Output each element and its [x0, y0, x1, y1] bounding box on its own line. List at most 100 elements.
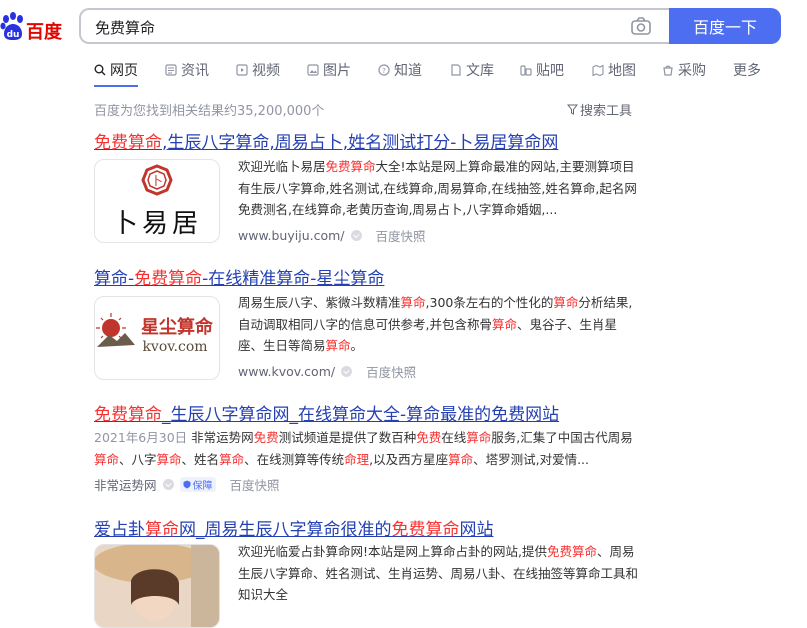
svg-text:卜易居: 卜易居: [112, 209, 202, 239]
result-title[interactable]: 算命-免费算命-在线精准算命-星尘算命: [94, 264, 384, 289]
text-segment: 欢迎光临卜易居: [238, 159, 326, 174]
highlight-segment: 算命: [491, 316, 517, 332]
document-icon: [451, 64, 461, 76]
text-segment: 、姓名: [181, 451, 220, 467]
highlight-segment: 算命: [219, 451, 245, 467]
tab-map[interactable]: 地图: [592, 60, 636, 80]
text-segment: 有生辰八字算命,姓名测试,在线算命,周易算命,在线抽签,姓名算命,起名网: [238, 180, 637, 196]
snapshot-link[interactable]: 百度快照: [366, 362, 416, 381]
title-segment: 免费算命: [94, 133, 162, 153]
tab-label: 贴吧: [536, 63, 564, 79]
search-tools-button[interactable]: 搜索工具: [567, 100, 632, 119]
text-segment: 免费测名,在线算命,老黄历查询,周易占卜,八字算命婚姻,...: [238, 202, 558, 217]
abstract-line: 座、生日等简易算命。: [238, 335, 658, 357]
result-title[interactable]: 免费算命_生辰八字算命网_在线算命大全-算命最准的免费网站: [94, 400, 559, 425]
camera-icon[interactable]: [631, 17, 651, 35]
text-segment: 、周易: [597, 544, 635, 559]
tab-label: 知道: [394, 63, 422, 79]
text-segment: 分析结果,: [578, 295, 633, 310]
tab-label: 地图: [608, 63, 636, 79]
tab-image[interactable]: 图片: [307, 60, 351, 80]
title-segment: 免费算命: [134, 269, 203, 289]
result-url[interactable]: www.buyiju.com/: [238, 228, 345, 243]
result-abstract: 欢迎光临卜易居免费算命大全!本站是网上算命最准的网站,主要测算项目 有生辰八字算…: [238, 156, 658, 221]
svg-text:?: ?: [382, 67, 386, 75]
highlight-segment: 命理: [344, 451, 370, 467]
tab-label: 资讯: [181, 63, 209, 79]
svg-text:du: du: [7, 30, 20, 40]
result-source[interactable]: 非常运势网: [94, 475, 157, 494]
paw-icon: du: [0, 12, 23, 40]
snapshot-link[interactable]: 百度快照: [376, 226, 426, 245]
title-segment: 网站: [459, 520, 494, 540]
result-url-line: www.buyiju.com/ 百度快照: [238, 226, 426, 245]
text-segment: 、塔罗测试,对爱情...: [473, 451, 590, 467]
text-segment: 大全!本站是网上算命最准的网站,主要测算项目: [375, 159, 635, 174]
text-segment: 、在线测算等传统: [244, 451, 345, 467]
title-segment: 免费算命: [94, 405, 162, 425]
title-segment: _生辰八字算命网_在线算命大全-算命最准的免费网站: [162, 405, 560, 425]
tab-more[interactable]: 更多: [733, 60, 761, 80]
image-icon: [307, 64, 319, 76]
highlight-segment: 算命: [448, 451, 474, 467]
news-icon: [165, 64, 177, 76]
badge-label: 保障: [192, 481, 213, 492]
text-segment: 自动调取相同八字的信息可供参考,并包含称骨: [238, 316, 492, 332]
result-abstract: 2021年6月30日 非常运势网免费测试频道是提供了数百种免费在线算命服务,汇集…: [94, 427, 654, 470]
tab-wenku[interactable]: 文库: [450, 60, 494, 80]
svg-text:卜: 卜: [151, 174, 163, 188]
tab-video[interactable]: 视频: [236, 60, 280, 80]
title-segment: 免费算命: [391, 520, 460, 540]
search-icon: [94, 64, 106, 76]
result-title[interactable]: 免费算命,生辰八字算命,周易占卜,姓名测试打分-卜易居算命网: [94, 128, 558, 153]
highlight-segment: 免费算命: [547, 544, 598, 559]
snapshot-link[interactable]: 百度快照: [230, 475, 280, 494]
baidu-logo[interactable]: du 百度: [0, 8, 64, 44]
search-box: [79, 8, 669, 44]
verified-icon: [350, 230, 362, 241]
title-segment: 算命-: [94, 269, 135, 289]
abstract-line: 周易生辰八字、紫微斗数精准算命,300条左右的个性化的算命分析结果,: [238, 292, 658, 314]
abstract-line: 欢迎光临卜易居免费算命大全!本站是网上算命最准的网站,主要测算项目: [238, 156, 658, 178]
text-segment: 、鬼谷子、生肖星: [517, 316, 618, 332]
result-thumbnail[interactable]: 星尘算命 kvov.com: [94, 296, 220, 380]
text-segment: 周易生辰八字、紫微斗数精准: [238, 295, 401, 310]
highlight-segment: 算命: [466, 430, 492, 445]
woman-photo-image: [95, 545, 219, 627]
highlight-segment: 免费: [416, 430, 442, 445]
text-segment: 服务,汇集了中国古代周易: [491, 430, 633, 445]
result-abstract: 周易生辰八字、紫微斗数精准算命,300条左右的个性化的算命分析结果, 自动调取相…: [238, 292, 658, 357]
result-thumbnail[interactable]: 卜 卜易居: [94, 159, 220, 243]
abstract-line: 知识大全: [238, 584, 658, 606]
question-icon: ?: [378, 64, 390, 76]
title-segment: 算命: [145, 520, 179, 540]
filter-icon: [567, 104, 578, 115]
result-url[interactable]: www.kvov.com/: [238, 364, 335, 379]
tab-news[interactable]: 资讯: [165, 60, 209, 80]
logo-text: 百度: [26, 22, 62, 43]
title-segment: ,生辰八字算命,周易占卜,姓名测试打分-卜易居算命网: [162, 133, 559, 153]
title-segment: -在线精准算命-星尘算命: [202, 269, 385, 289]
tab-label: 网页: [110, 63, 138, 79]
text-segment: 。: [350, 338, 364, 353]
tab-tieba[interactable]: 贴吧: [520, 60, 564, 80]
search-button[interactable]: 百度一下: [669, 8, 781, 44]
result-title[interactable]: 爱占卦算命网_周易生辰八字算命很准的免费算命网站: [94, 515, 494, 540]
buyiju-logo-image: 卜 卜易居: [112, 164, 202, 239]
text-segment: 非常运势网: [191, 430, 254, 445]
guarantee-badge[interactable]: 保障: [179, 477, 216, 492]
highlight-segment: 算命: [325, 338, 351, 353]
search-input[interactable]: [93, 10, 617, 44]
verified-icon: [162, 479, 174, 490]
text-segment: 在线: [441, 430, 467, 445]
tab-label: 视频: [252, 63, 280, 79]
tab-purchase[interactable]: 采购: [662, 60, 706, 80]
result-thumbnail[interactable]: [94, 544, 220, 628]
abstract-line: 算命、八字算命、姓名算命、在线测算等传统命理,以及西方星座算命、塔罗测试,对爱情…: [94, 449, 654, 471]
abstract-line: 免费测名,在线算命,老黄历查询,周易占卜,八字算命婚姻,...: [238, 199, 658, 221]
tab-label: 采购: [678, 63, 706, 79]
tab-label: 图片: [323, 63, 351, 79]
tab-zhidao[interactable]: ? 知道: [378, 60, 422, 80]
tab-web[interactable]: 网页: [94, 60, 138, 80]
tab-active-indicator: [94, 85, 138, 87]
